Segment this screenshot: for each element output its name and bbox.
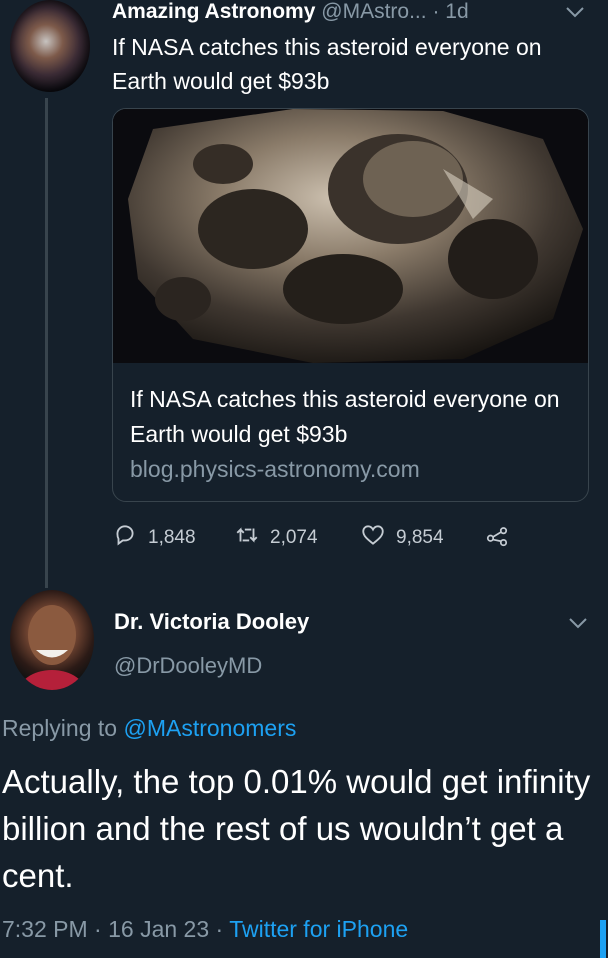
scrollbar[interactable] [600, 920, 606, 958]
thread-connector-line [45, 98, 48, 588]
tweet1-separator: · [432, 0, 440, 23]
author-avatar-victoria-dooley[interactable] [10, 590, 94, 690]
share-button[interactable] [484, 522, 510, 554]
reply-count: 1,848 [148, 527, 196, 548]
card-image-asteroid [113, 109, 588, 363]
tweet2-meta: 7:32 PM · 16 Jan 23 · Twitter for iPhone [2, 913, 408, 945]
reply-button[interactable]: 1,848 [112, 522, 196, 554]
tweet2-time: 7:32 PM [2, 916, 88, 942]
share-icon [484, 522, 510, 554]
link-card[interactable]: If NASA catches this asteroid everyone o… [112, 108, 589, 502]
tweet1-handle[interactable]: @MAstro... [321, 0, 426, 23]
meta-separator-1: · [94, 916, 102, 942]
tweet2-author-name[interactable]: Dr. Victoria Dooley [114, 608, 309, 636]
replying-to-handle[interactable]: @MAstronomers [123, 715, 296, 741]
retweet-icon [234, 522, 260, 554]
retweet-count: 2,074 [270, 527, 318, 548]
author-avatar-amazing-astronomy[interactable] [10, 0, 90, 92]
tweet1-author-name[interactable]: Amazing Astronomy [112, 0, 315, 23]
tweet2-handle[interactable]: @DrDooleyMD [114, 652, 262, 680]
like-button[interactable]: 9,854 [360, 522, 444, 554]
tweet2-date: 16 Jan 23 [108, 916, 210, 942]
tweet1-action-bar: 1,848 2,074 9,854 [112, 522, 532, 554]
meta-separator-2: · [215, 916, 224, 942]
replying-to-line: Replying to @MAstronomers [2, 712, 296, 744]
retweet-button[interactable]: 2,074 [234, 522, 318, 554]
chevron-down-icon[interactable] [565, 612, 591, 634]
tweet1-header: Amazing Astronomy @MAstro... · 1d [112, 0, 469, 24]
heart-icon [360, 522, 386, 554]
tweet1-text: If NASA catches this asteroid everyone o… [112, 34, 542, 94]
reply-icon [112, 522, 138, 554]
card-domain[interactable]: blog.physics-astronomy.com [130, 454, 420, 484]
like-count: 9,854 [396, 527, 444, 548]
tweet1-time[interactable]: 1d [445, 0, 468, 23]
tweet2-source[interactable]: Twitter for iPhone [229, 916, 408, 942]
replying-to-label: Replying to [2, 715, 118, 741]
tweet2-text: Actually, the top 0.01% would get infini… [2, 763, 591, 894]
chevron-down-icon[interactable] [563, 2, 587, 22]
card-title[interactable]: If NASA catches this asteroid everyone o… [130, 382, 570, 452]
